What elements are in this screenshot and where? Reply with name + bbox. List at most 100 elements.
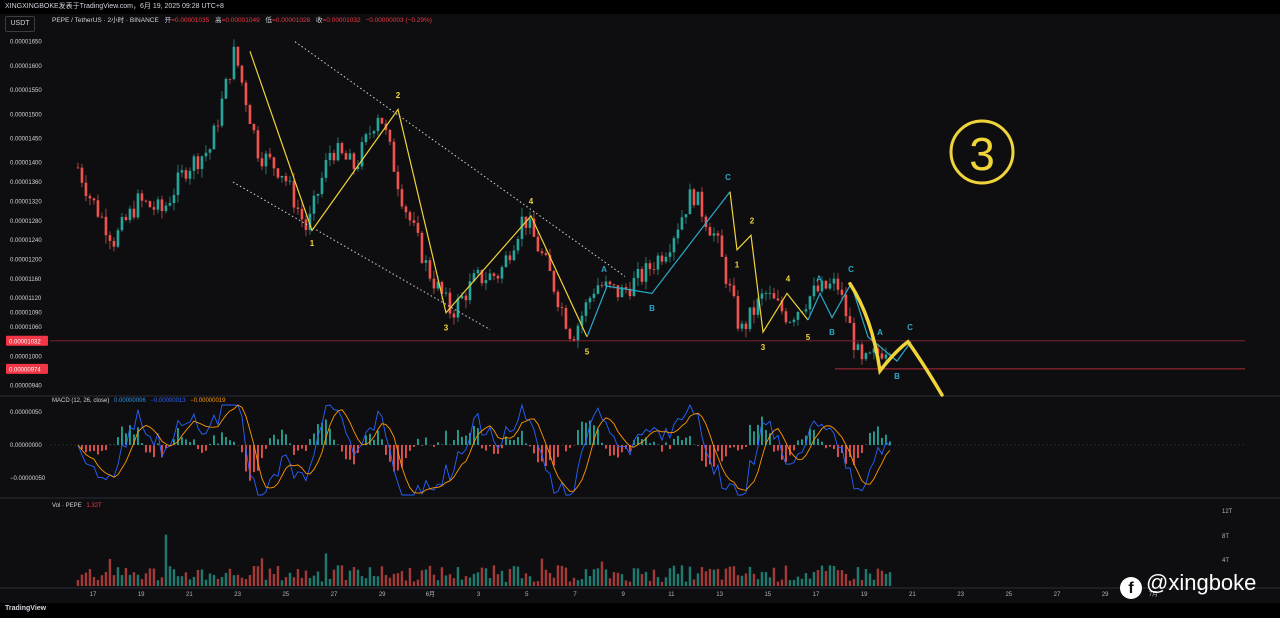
volume-bar (800, 578, 804, 586)
candle-body (456, 298, 460, 318)
candle-body (636, 268, 640, 278)
candle-body (276, 168, 280, 178)
volume-bar (876, 568, 880, 586)
volume-bar (356, 569, 360, 586)
candle-body (768, 293, 772, 294)
candle-body (760, 293, 764, 299)
volume-bar (684, 581, 688, 586)
volume-bar (780, 579, 784, 586)
candle-body (708, 227, 712, 236)
candle-body (868, 352, 872, 354)
volume-bar (492, 565, 496, 586)
volume-bar (788, 580, 792, 586)
macd-line (77, 403, 891, 496)
candle-body (160, 199, 164, 212)
volume-bar (524, 573, 528, 586)
volume-bar (108, 558, 112, 586)
candle-body (268, 153, 272, 158)
candle-body (584, 302, 588, 316)
candle-body (828, 283, 832, 289)
candle-body (164, 205, 168, 212)
candle-body (420, 232, 424, 263)
volume-legend[interactable]: Vol · PEPE 1.32T (52, 503, 102, 509)
macd-legend[interactable]: MACD (12, 26, close) 0.00000006 −0.00000… (52, 398, 225, 404)
volume-bar (540, 558, 544, 586)
volume-bar (504, 581, 508, 586)
volume-bar (808, 578, 812, 586)
volume-bar (584, 569, 588, 586)
price-tick-label: 0.00001600 (10, 64, 42, 70)
volume-bar (672, 565, 676, 586)
volume-bar (308, 577, 312, 586)
candle-body (508, 255, 512, 261)
candle-body (408, 212, 412, 221)
volume-bar (396, 573, 400, 586)
volume-bar (740, 575, 744, 586)
candle-body (452, 313, 456, 318)
candle-body (172, 195, 176, 203)
volume-bar (464, 576, 468, 586)
volume-bar (864, 568, 868, 586)
volume-bar (616, 572, 620, 586)
candle-body (300, 208, 304, 220)
candle-body (188, 170, 192, 179)
price-tick-label: 0.00001360 (10, 180, 42, 186)
volume-bar (628, 581, 632, 586)
candle-body (576, 325, 580, 342)
volume-bar (828, 565, 832, 586)
price-chart[interactable]: 0.00001650 0.00001600 0.00001550 0.00001500… (0, 0, 1280, 618)
price-tick-label: 0.00001320 (10, 199, 42, 205)
impulse-wave-line (729, 191, 809, 334)
candle-body (416, 222, 420, 233)
volume-bar (488, 578, 492, 586)
candle-body (224, 78, 228, 99)
candle-body (752, 307, 756, 315)
volume-bar (648, 580, 652, 586)
facebook-icon: f (1120, 577, 1142, 599)
volume-bar (364, 578, 368, 586)
candle-body (388, 129, 392, 142)
volume-bar (432, 574, 436, 586)
volume-bar (436, 580, 440, 586)
volume-bar (748, 566, 752, 586)
time-tick-label: 6月 (426, 591, 435, 598)
macd-label: MACD (12, 26, close) (52, 398, 110, 404)
volume-bar (408, 567, 412, 586)
volume-bar (404, 580, 408, 586)
candle-body (412, 220, 416, 223)
volume-bar (644, 571, 648, 586)
wave-label: C (725, 173, 731, 182)
volume-bar (208, 573, 212, 586)
candle-body (560, 307, 564, 308)
candle-body (792, 319, 796, 323)
volume-bar (776, 581, 780, 586)
candle-body (616, 285, 620, 298)
volume-bar (652, 569, 656, 586)
volume-bar (144, 573, 148, 586)
candle-body (880, 353, 884, 359)
volume-bar (872, 579, 876, 586)
volume-bar (340, 565, 344, 586)
candle-body (380, 117, 384, 124)
time-tick-label: 27 (331, 592, 338, 598)
volume-bar (784, 565, 788, 586)
volume-bar (204, 579, 208, 586)
candle-body (724, 256, 728, 284)
candle-body (328, 152, 332, 160)
candle-body (496, 275, 500, 279)
candle-body (260, 158, 264, 167)
candle-body (860, 344, 864, 360)
volume-bar (372, 576, 376, 586)
candle-body (236, 46, 240, 66)
volume-bar (824, 570, 828, 586)
price-tick-label: 0.00001650 (10, 40, 42, 46)
candle-body (256, 130, 260, 159)
candle-body (144, 200, 148, 202)
wave-label: B (649, 304, 655, 313)
volume-bar (712, 569, 716, 586)
volume-bar (564, 567, 568, 586)
volume-bar (336, 565, 340, 586)
volume-bar (496, 574, 500, 586)
candle-body (336, 143, 340, 161)
current-price-badge-text: 0.00001032 (9, 339, 41, 345)
